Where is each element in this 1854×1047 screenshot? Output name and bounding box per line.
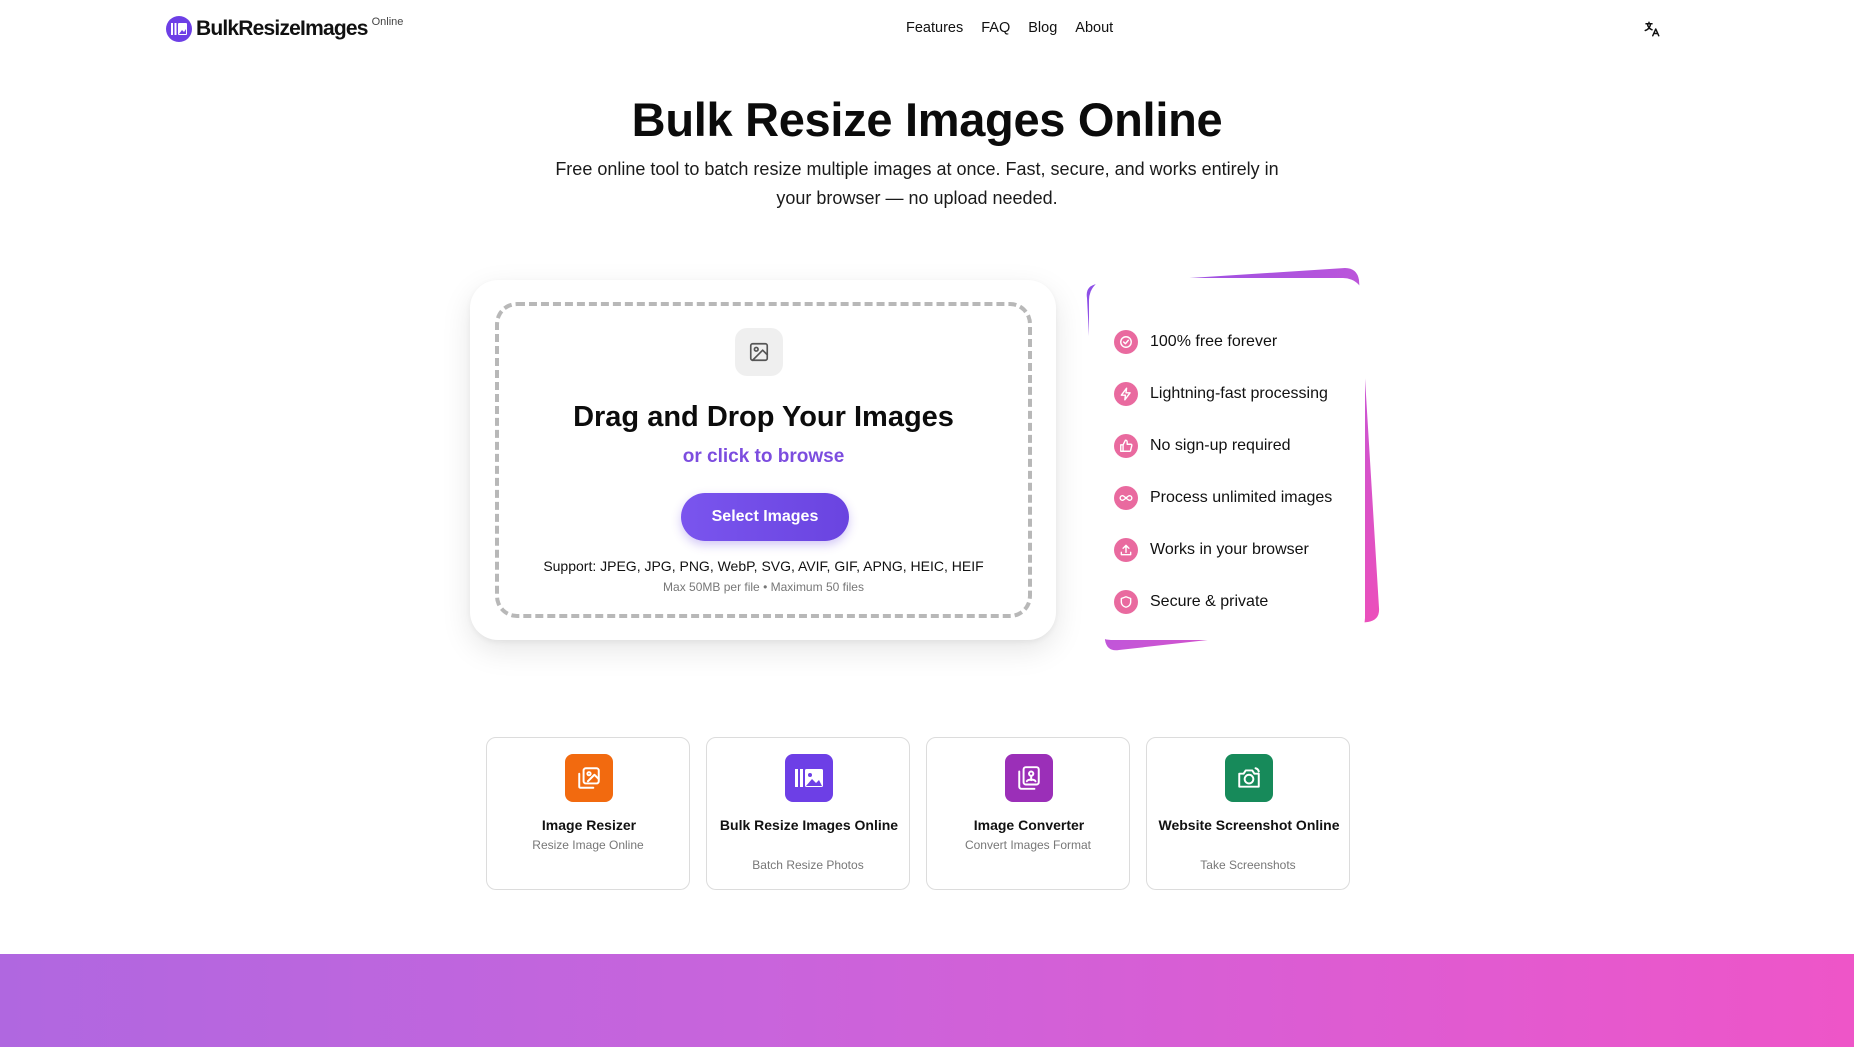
dropzone-title: Drag and Drop Your Images: [573, 401, 954, 433]
tool-title: Image Converter: [973, 817, 1085, 833]
features-card: 100% free forever Lightning-fast process…: [1089, 278, 1365, 640]
camera-icon: [1225, 754, 1273, 802]
tool-card-image-resizer[interactable]: Image Resizer Resize Image Online: [486, 737, 690, 890]
page-title: Bulk Resize Images Online: [631, 93, 1223, 146]
upload-icon: [1114, 538, 1138, 562]
main-nav: Features FAQ Blog About: [906, 20, 1131, 36]
tool-subtitle: Batch Resize Photos: [752, 858, 864, 872]
tool-title: Website Screenshot Online: [1158, 817, 1340, 833]
feature-item: Secure & private: [1114, 576, 1332, 628]
language-icon[interactable]: [1643, 20, 1663, 40]
tool-title: Image Resizer: [541, 817, 637, 833]
feature-label: Process unlimited images: [1150, 489, 1333, 506]
supported-formats: Support: JPEG, JPG, PNG, WebP, SVG, AVIF…: [543, 558, 984, 574]
lightning-icon: [1114, 382, 1138, 406]
page-subtitle: Free online tool to batch resize multipl…: [555, 159, 1279, 208]
feature-item: Process unlimited images: [1114, 472, 1332, 524]
bulk-images-icon: [785, 754, 833, 802]
feature-item: 100% free forever: [1114, 316, 1332, 368]
tool-card-bulk-resize[interactable]: Bulk Resize Images Online Batch Resize P…: [706, 737, 910, 890]
feature-label: Secure & private: [1150, 593, 1269, 610]
feature-item: Works in your browser: [1114, 524, 1332, 576]
browse-link[interactable]: or click to browse: [499, 446, 1028, 468]
file-limits: Max 50MB per file • Maximum 50 files: [663, 580, 864, 594]
infinity-icon: [1114, 486, 1138, 510]
footer-gradient-band: [0, 954, 1854, 1047]
image-icon: [735, 328, 783, 376]
tool-cards: Image Resizer Resize Image Online Bulk R…: [486, 737, 1350, 890]
tool-subtitle: Take Screenshots: [1200, 858, 1296, 872]
nav-features[interactable]: Features: [906, 20, 963, 36]
dropzone[interactable]: Drag and Drop Your Images or click to br…: [495, 302, 1032, 618]
site-header: BulkResizeImages Online Features FAQ Blo…: [0, 0, 1854, 60]
nav-about[interactable]: About: [1075, 20, 1113, 36]
select-images-button[interactable]: Select Images: [681, 493, 849, 541]
nav-blog[interactable]: Blog: [1028, 20, 1057, 36]
image-resize-icon: [565, 754, 613, 802]
tool-title: Bulk Resize Images Online: [719, 817, 899, 833]
nav-faq[interactable]: FAQ: [981, 20, 1010, 36]
thumbs-up-icon: [1114, 434, 1138, 458]
feature-label: Lightning-fast processing: [1150, 385, 1328, 402]
tool-card-website-screenshot[interactable]: Website Screenshot Online Take Screensho…: [1146, 737, 1350, 890]
tool-card-image-converter[interactable]: Image Converter Convert Images Format: [926, 737, 1130, 890]
check-badge-icon: [1114, 330, 1138, 354]
shield-icon: [1114, 590, 1138, 614]
logo[interactable]: BulkResizeImages Online: [166, 16, 403, 42]
tool-subtitle: Convert Images Format: [964, 838, 1092, 852]
feature-list: 100% free forever Lightning-fast process…: [1114, 316, 1332, 628]
logo-icon: [166, 16, 192, 42]
feature-label: Works in your browser: [1150, 541, 1309, 558]
feature-label: 100% free forever: [1150, 333, 1278, 350]
logo-superscript: Online: [371, 16, 404, 28]
tool-subtitle: Resize Image Online: [532, 838, 644, 852]
feature-label: No sign-up required: [1150, 437, 1291, 454]
image-convert-icon: [1005, 754, 1053, 802]
upload-card: Drag and Drop Your Images or click to br…: [470, 280, 1056, 640]
feature-item: Lightning-fast processing: [1114, 368, 1332, 420]
feature-item: No sign-up required: [1114, 420, 1332, 472]
logo-text: BulkResizeImages: [196, 17, 368, 40]
features-panel: 100% free forever Lightning-fast process…: [1075, 268, 1380, 652]
